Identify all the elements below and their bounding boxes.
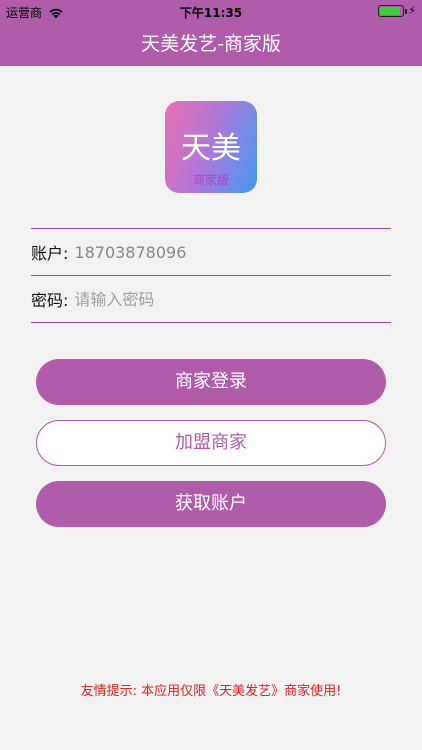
account-input[interactable] xyxy=(74,242,391,262)
status-time: 下午11:35 xyxy=(179,6,243,20)
join-merchant-button[interactable]: 加盟商家 xyxy=(36,420,386,466)
divider-bottom xyxy=(31,322,391,323)
password-label: 密码: xyxy=(31,291,69,310)
account-label: 账户: xyxy=(31,244,69,263)
app-logo: 天美 商家版 xyxy=(165,101,257,193)
friendly-tip: 友情提示: 本应用仅限《天美发艺》商家使用! xyxy=(80,684,342,699)
logo-text: 天美 xyxy=(181,131,241,166)
logo-subtext: 商家版 xyxy=(192,173,229,187)
status-bar: 运营商 下午11:35 ⚡ xyxy=(0,0,422,22)
charging-bolt-icon: ⚡ xyxy=(408,4,416,17)
battery-icon xyxy=(378,4,408,17)
account-field-row: 账户: xyxy=(31,229,391,275)
password-field-row: 密码: xyxy=(31,276,391,322)
get-account-button[interactable]: 获取账户 xyxy=(36,481,386,527)
page-title: 天美发艺-商家版 xyxy=(141,33,281,55)
nav-bar: 天美发艺-商家版 xyxy=(0,22,422,66)
password-input[interactable] xyxy=(74,289,391,309)
merchant-login-button[interactable]: 商家登录 xyxy=(36,359,386,405)
status-right: ⚡ xyxy=(378,4,416,17)
